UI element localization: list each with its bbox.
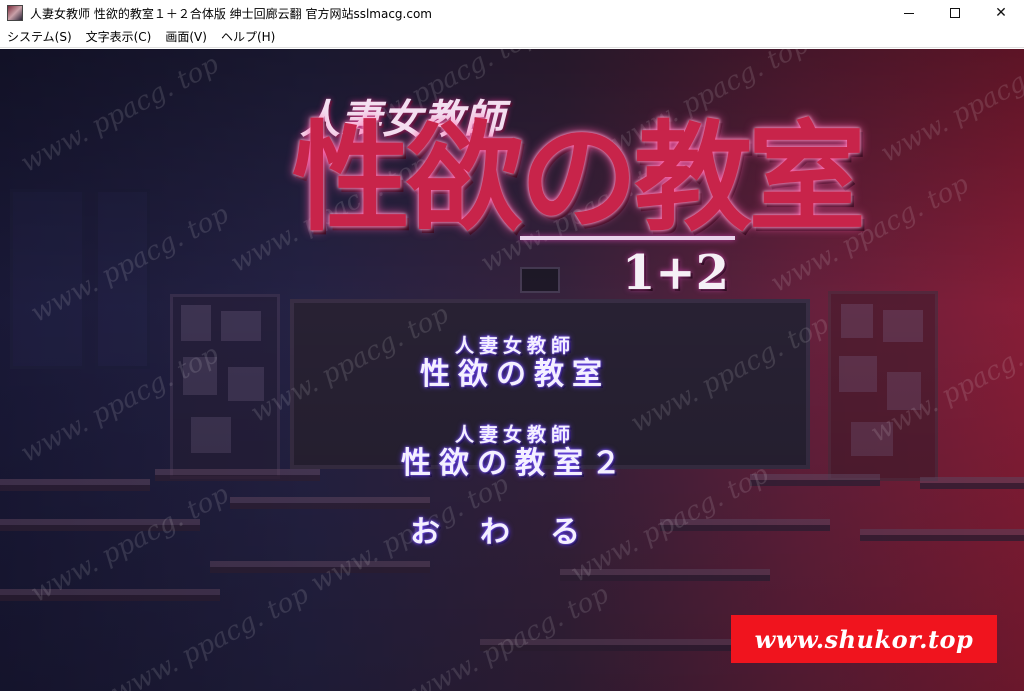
app-icon xyxy=(7,5,23,21)
menu-system[interactable]: システム(S) xyxy=(0,28,79,45)
menu-screen[interactable]: 画面(V) xyxy=(158,28,214,45)
window-title: 人妻女教师 性欲的教室１＋２合体版 绅士回廊云翻 官方网站sslmacg.com xyxy=(30,6,432,21)
menu-text-display[interactable]: 文字表示(C) xyxy=(79,28,159,45)
quit-option[interactable]: おわる xyxy=(410,507,620,551)
option-title: 性欲の教室 xyxy=(420,357,610,392)
minimize-icon xyxy=(904,12,914,14)
option-subtitle: 人妻女教師 xyxy=(454,335,575,357)
maximize-button[interactable] xyxy=(932,0,978,26)
close-button[interactable]: ✕ xyxy=(978,0,1024,26)
menu-help[interactable]: ヘルプ(H) xyxy=(214,28,282,45)
logo-number: 1+2 xyxy=(622,245,730,301)
maximize-icon xyxy=(950,8,960,18)
close-icon: ✕ xyxy=(995,5,1007,21)
logo-title: 性欲の教室 xyxy=(292,108,866,247)
title-bar: 人妻女教师 性欲的教室１＋２合体版 绅士回廊云翻 官方网站sslmacg.com… xyxy=(0,0,1024,26)
option-title: 性欲の教室２ xyxy=(401,446,629,481)
banner-text: www.shukor.top xyxy=(754,624,974,654)
site-banner: www.shukor.top xyxy=(731,615,997,663)
option-subtitle: 人妻女教師 xyxy=(454,424,575,446)
window-controls: ✕ xyxy=(886,0,1024,26)
minimize-button[interactable] xyxy=(886,0,932,26)
game-screen: www. ppacg. top www. ppacg. top www. ppa… xyxy=(0,49,1024,691)
logo-underline xyxy=(520,236,735,240)
start-game-1-option[interactable]: 人妻女教師 性欲の教室 xyxy=(405,331,625,391)
start-game-2-option[interactable]: 人妻女教師 性欲の教室２ xyxy=(400,420,630,480)
menu-bar: システム(S) 文字表示(C) 画面(V) ヘルプ(H) xyxy=(0,26,1024,48)
